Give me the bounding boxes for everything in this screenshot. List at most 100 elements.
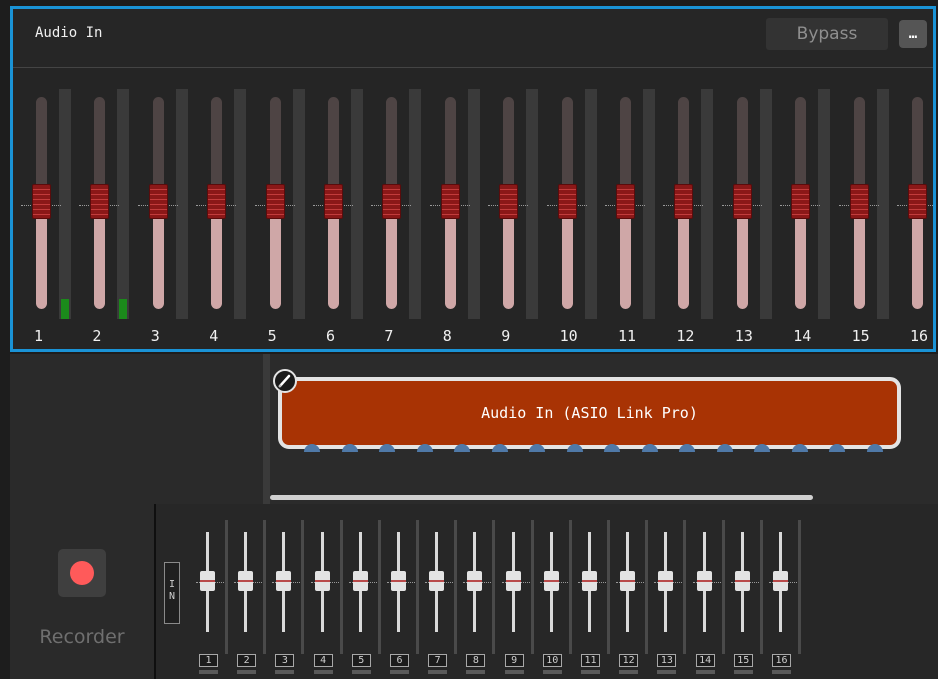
recorder-fader-handle[interactable] (314, 571, 330, 591)
edit-icon[interactable] (273, 369, 297, 393)
recorder-channel-number[interactable]: 7 (428, 654, 448, 667)
recorder-channel-number[interactable]: 12 (619, 654, 639, 667)
recorder-channel: 3 (272, 504, 310, 679)
recorder-channel: 8 (463, 504, 501, 679)
recorder-channel: 15 (730, 504, 769, 679)
recorder-label: Recorder (39, 626, 125, 648)
fader-handle[interactable] (324, 184, 343, 219)
panel-title: Audio In (35, 25, 103, 41)
recorder-fader-handle[interactable] (391, 571, 406, 591)
output-port[interactable] (866, 444, 883, 452)
fader-fill (328, 214, 339, 309)
recorder-channel-bar (504, 670, 524, 674)
fader-handle[interactable] (382, 184, 402, 219)
fader-handle[interactable] (791, 184, 811, 219)
level-meter (175, 89, 188, 319)
recorder-fader-handle[interactable] (505, 571, 521, 591)
recorder-fader-handle[interactable] (773, 571, 788, 591)
fader-handle[interactable] (499, 184, 519, 219)
channel-number: 8 (442, 327, 452, 345)
recorder-level-meter (683, 520, 687, 654)
recorder-channel-bar (466, 670, 486, 674)
output-port[interactable] (566, 444, 583, 452)
recorder-channel-number[interactable]: 2 (237, 654, 257, 667)
fader-handle[interactable] (732, 184, 752, 219)
recorder-channel-number[interactable]: 11 (581, 654, 600, 667)
output-port[interactable] (791, 444, 808, 452)
recorder-channel-number[interactable]: 3 (275, 654, 295, 667)
channel-number: 7 (384, 327, 394, 345)
horizontal-scrollbar[interactable] (270, 495, 813, 500)
recorder-fader-handle[interactable] (352, 571, 368, 591)
channel-strip: 8 (428, 69, 486, 349)
recorder-channel: 5 (348, 504, 387, 679)
level-meter-fill (61, 299, 69, 319)
recorder-fader-handle[interactable] (658, 571, 674, 591)
output-port[interactable] (641, 444, 658, 452)
recorder-fader-handle[interactable] (620, 571, 636, 591)
level-meter (759, 89, 772, 319)
fader-fill (94, 214, 106, 309)
output-port[interactable] (341, 444, 358, 452)
recorder-channel: 2 (234, 504, 272, 679)
recorder-channel-number[interactable]: 9 (504, 654, 524, 667)
app-window: Audio In Bypass … 1 2 3 4 5 6 7 8 9 10 11 12 13 14 15 1… (0, 0, 938, 679)
audio-in-node[interactable]: Audio In (ASIO Link Pro) (278, 377, 901, 449)
recorder-channel-bar (351, 670, 371, 674)
output-port[interactable] (491, 444, 508, 452)
recorder-channel-number[interactable]: 1 (199, 654, 218, 667)
channel-number: 4 (209, 327, 219, 345)
recorder-fader-handle[interactable] (734, 571, 750, 591)
level-meter (467, 89, 480, 319)
recorder-fader-handle[interactable] (238, 571, 254, 591)
fader-handle[interactable] (908, 184, 927, 219)
recorder-channel-number[interactable]: 14 (695, 654, 715, 667)
bypass-button[interactable]: Bypass (766, 18, 888, 50)
fader-handle[interactable] (674, 184, 694, 219)
recorder-channel-number[interactable]: 8 (466, 654, 486, 667)
fader-fill (678, 214, 690, 309)
input-tag[interactable]: IN (164, 562, 180, 624)
output-port[interactable] (716, 444, 733, 452)
recorder-channel-number[interactable]: 6 (390, 654, 409, 667)
fader-handle[interactable] (207, 184, 227, 219)
channel-strip: 9 (486, 69, 544, 349)
recorder-fader-handle[interactable] (276, 571, 292, 591)
recorder-level-meter (645, 520, 649, 654)
graph-sidebar (10, 354, 263, 504)
recorder-channel-bar (581, 670, 600, 674)
recorder-channel-number[interactable]: 15 (733, 654, 753, 667)
channel-strip: 5 (253, 69, 311, 349)
recorder-level-meter (225, 520, 228, 654)
recorder-fader-handle[interactable] (200, 571, 215, 591)
recorder-level-meter (492, 520, 496, 654)
recorder-channel-number[interactable]: 10 (542, 654, 562, 667)
recorder-fader-handle[interactable] (429, 571, 445, 591)
recorder-channel: 13 (654, 504, 692, 679)
fader-handle[interactable] (440, 184, 460, 219)
output-port[interactable] (416, 444, 433, 452)
fader-handle[interactable] (616, 184, 635, 219)
recorder-channel-number[interactable]: 16 (772, 654, 791, 667)
recorder-channel-number[interactable]: 5 (351, 654, 371, 667)
recorder-fader-handle[interactable] (582, 571, 597, 591)
channel-strip: 16 (895, 69, 933, 349)
fader-handle[interactable] (32, 184, 51, 219)
recorder-channel: 14 (692, 504, 731, 679)
recorder-fader-handle[interactable] (543, 571, 559, 591)
channel-strip: 13 (720, 69, 778, 349)
record-button[interactable] (58, 549, 106, 597)
recorder-channel-number[interactable]: 13 (657, 654, 677, 667)
recorder-fader-handle[interactable] (696, 571, 712, 591)
more-options-button[interactable]: … (899, 20, 927, 48)
recorder-channel-number[interactable]: 4 (313, 654, 333, 667)
graph-splitter[interactable] (263, 354, 270, 504)
fader-handle[interactable] (849, 184, 869, 219)
recorder-fader-handle[interactable] (467, 571, 483, 591)
fader-handle[interactable] (557, 184, 577, 219)
channel-number: 11 (618, 327, 637, 345)
channel-strip: 6 (311, 69, 369, 349)
fader-handle[interactable] (148, 184, 168, 219)
fader-handle[interactable] (90, 184, 110, 219)
fader-handle[interactable] (265, 184, 285, 219)
